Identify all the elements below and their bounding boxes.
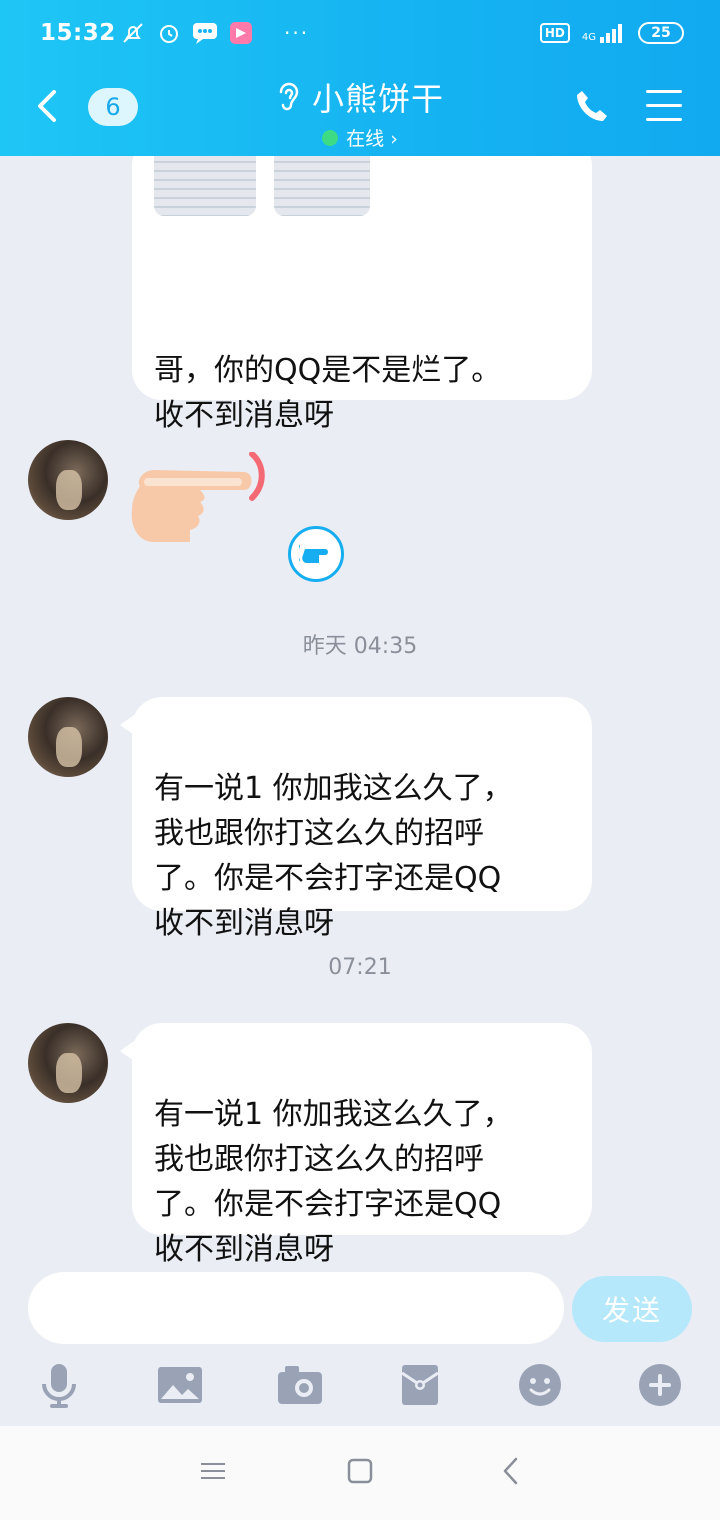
phone-icon[interactable] xyxy=(574,88,610,124)
battery-level: 25 xyxy=(651,25,671,41)
more-notifications: ··· xyxy=(284,21,310,45)
message-text: 有一说1 你加我这么久了， 我也跟你打这么久的招呼 了。你是不会打字还是QQ 收… xyxy=(154,1097,513,1264)
message-text: 哥，你的QQ是不是烂了。 收不到消息呀 xyxy=(154,353,502,433)
message-icon xyxy=(192,20,218,46)
hd-icon: HD xyxy=(539,23,570,43)
camera-icon[interactable] xyxy=(275,1360,325,1410)
emoji-icon[interactable] xyxy=(515,1360,565,1410)
battery-icon: 25 xyxy=(638,22,684,44)
status-icons: ··· xyxy=(120,20,309,46)
menu-icon[interactable] xyxy=(646,90,682,122)
message-input[interactable] xyxy=(28,1272,564,1344)
alarm-icon xyxy=(156,20,182,46)
recent-apps-icon[interactable] xyxy=(198,1456,228,1486)
avatar[interactable] xyxy=(28,440,108,520)
message-list[interactable]: 哥，你的QQ是不是烂了。 收不到消息呀 昨天 04:35 有一说1 你加我这么久… xyxy=(0,156,720,1264)
contact-name: 小熊饼干 xyxy=(311,80,444,118)
status-time: 15:32 xyxy=(40,20,116,46)
image-thumbnail[interactable] xyxy=(274,156,370,216)
image-thumbnail[interactable] xyxy=(154,156,256,216)
signal-icon: 4G xyxy=(582,23,626,43)
sticker-replay-icon[interactable] xyxy=(288,526,344,582)
send-button[interactable]: 发送 xyxy=(572,1276,692,1342)
home-icon[interactable] xyxy=(345,1456,375,1486)
message-bubble[interactable]: 有一说1 你加我这么久了， 我也跟你打这么久的招呼 了。你是不会打字还是QQ 收… xyxy=(120,1023,592,1264)
status-bar: 15:32 ··· HD 4G 25 xyxy=(40,20,684,52)
microphone-icon[interactable] xyxy=(34,1360,84,1410)
chat-header: 15:32 ··· HD 4G 25 6 小熊饼干 在线 › xyxy=(0,0,720,156)
message-text: 有一说1 你加我这么久了， 我也跟你打这么久的招呼 了。你是不会打字还是QQ 收… xyxy=(154,771,513,941)
pointing-hand-sticker[interactable] xyxy=(128,451,278,548)
online-dot xyxy=(322,129,339,146)
image-icon[interactable] xyxy=(155,1360,205,1410)
mute-bell-icon xyxy=(120,20,146,46)
timestamp: 昨天 04:35 xyxy=(302,634,418,659)
status-right: HD 4G 25 xyxy=(539,22,684,44)
avatar[interactable] xyxy=(28,1023,108,1103)
title-area[interactable]: 小熊饼干 在线 › xyxy=(0,74,720,151)
avatar[interactable] xyxy=(28,697,108,777)
timestamp: 07:21 xyxy=(328,955,392,980)
ear-icon xyxy=(276,80,302,114)
back-nav-icon[interactable] xyxy=(496,1456,526,1486)
presence-label: 在线 › xyxy=(346,128,398,150)
app-notification-icon xyxy=(228,20,254,46)
message-bubble[interactable]: 哥，你的QQ是不是烂了。 收不到消息呀 xyxy=(132,156,592,433)
image-attachments xyxy=(154,156,370,216)
system-navigation-bar xyxy=(0,1426,720,1520)
contact-title: 小熊饼干 xyxy=(276,74,444,120)
composer-toolbar xyxy=(0,1360,720,1410)
plus-icon[interactable] xyxy=(635,1360,685,1410)
network-type: 4G xyxy=(581,32,596,43)
presence-status[interactable]: 在线 › xyxy=(322,124,398,151)
red-packet-icon[interactable] xyxy=(395,1360,445,1410)
message-bubble[interactable]: 有一说1 你加我这么久了， 我也跟你打这么久的招呼 了。你是不会打字还是QQ 收… xyxy=(120,697,592,941)
